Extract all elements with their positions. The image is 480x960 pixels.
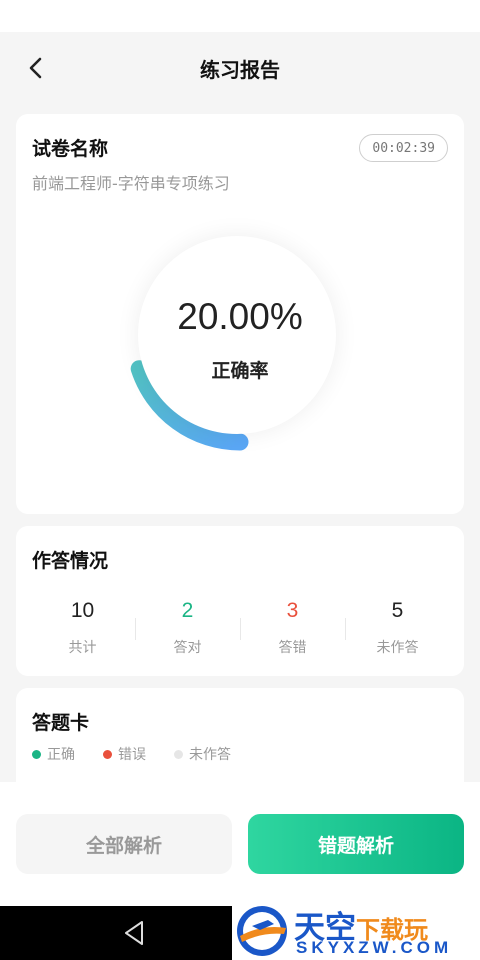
legend-wrong: 错误 — [103, 744, 146, 764]
legend-dot — [32, 749, 41, 759]
stat-total: 10 共计 — [30, 598, 135, 657]
skyxzw-logo — [237, 906, 287, 956]
stat-value: 5 — [391, 599, 404, 622]
paper-label: 试卷名称 — [32, 138, 109, 160]
watermark-subtitle: SKYXZW.COM — [296, 938, 453, 957]
accuracy-label: 正确率 — [211, 360, 269, 382]
answer-sheet-legend: 正确 错误 未作答 — [32, 744, 259, 764]
stat-wrong: 3 答错 — [240, 598, 345, 657]
nav-header: 练习报告 — [0, 32, 480, 104]
legend-dot — [174, 749, 183, 759]
watermark: 天空下载玩 SKYXZW.COM — [232, 902, 480, 960]
timer-badge: 00:02:39 — [359, 134, 448, 162]
legend-correct: 正确 — [32, 744, 75, 764]
all-analysis-button[interactable]: 全部解析 — [16, 814, 232, 874]
answers-title: 作答情况 — [32, 550, 109, 572]
legend-label: 错误 — [118, 747, 146, 763]
stat-label: 共计 — [68, 640, 97, 656]
stat-label: 答错 — [278, 640, 307, 656]
legend-unanswered: 未作答 — [174, 744, 231, 764]
paper-name: 前端工程师-字符串专项练习 — [32, 174, 230, 193]
bottom-action-bar: 全部解析 错题解析 — [0, 782, 480, 906]
answers-card: 作答情况 10 共计 2 答对 3 答错 5 未作答 — [16, 526, 464, 676]
stat-label: 答对 — [173, 640, 202, 656]
stat-label: 未作答 — [376, 640, 419, 656]
legend-label: 未作答 — [189, 747, 231, 763]
stat-correct: 2 答对 — [135, 598, 240, 657]
stat-value: 10 — [70, 599, 95, 622]
answer-sheet-title: 答题卡 — [32, 712, 90, 734]
stat-unanswered: 5 未作答 — [345, 598, 450, 657]
stat-value: 2 — [181, 599, 194, 622]
summary-card: 试卷名称 00:02:39 前端工程师-字符串专项练习 20.00% 正确率 — [16, 114, 464, 514]
accuracy-value: 20.00% — [177, 296, 303, 337]
legend-label: 正确 — [47, 747, 75, 763]
triangle-back-icon[interactable] — [122, 920, 146, 946]
status-bar — [0, 0, 480, 32]
legend-dot — [103, 749, 112, 759]
wrong-analysis-button[interactable]: 错题解析 — [248, 814, 464, 874]
stats-row: 10 共计 2 答对 3 答错 5 未作答 — [30, 598, 450, 657]
page-title: 练习报告 — [200, 58, 280, 82]
stat-value: 3 — [286, 599, 299, 622]
